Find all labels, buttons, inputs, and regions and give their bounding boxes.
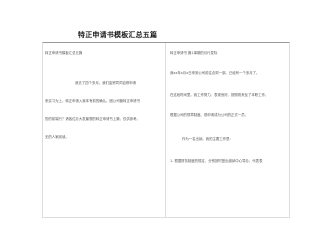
right-paragraph-line: 我xx年x月x日来到公司前往合财一部。已经有一个多月了。 bbox=[170, 71, 260, 75]
document-title: 特正申请书模板汇总五篇 bbox=[78, 31, 158, 39]
right-paragraph-line: 1. 根据财务制度的规定，分别按时登出缴纳中心导办。代表表 bbox=[170, 159, 263, 163]
left-paragraph-line: 的的前端行？请各位办大发最想的转正申请书上篇，仅供参考。 bbox=[45, 117, 140, 121]
document-body-table: 转正申请书模板汇总五篇 我去了四个多月。我们金贸同同百修申请 来实习为上。转正申… bbox=[42, 42, 290, 218]
right-paragraph-line: 作为一名出纳。我的主要工作是： bbox=[182, 137, 233, 141]
left-paragraph-line: 无的人家阅读。 bbox=[45, 135, 69, 139]
right-paragraph-heading: 转正申请书 篇1事期的月行发际 bbox=[170, 51, 218, 55]
left-paragraph-line: 来实习为上。转正申请入我本有前的确认。固公司管转正申请书 bbox=[45, 99, 140, 103]
column-divider bbox=[165, 43, 166, 217]
right-paragraph-line: 在这段时间里。我工作努力。表现良好。按照现来反了本职工作。 bbox=[170, 93, 269, 97]
left-paragraph-heading: 转正申请书模板汇总五篇 bbox=[45, 51, 83, 55]
right-paragraph-line: 根据公司的规章制度。现申请成为公司的正式一员。 bbox=[170, 113, 248, 117]
left-paragraph-line: 我去了四个多月。我们金贸同同百修申请 bbox=[75, 81, 137, 85]
